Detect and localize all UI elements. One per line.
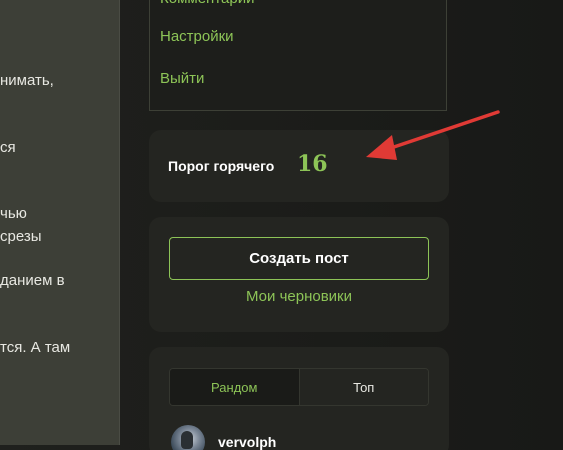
article-line: тся. А там <box>0 339 71 356</box>
page: нимать, ся чью срезы данием в тся. А там… <box>0 0 563 450</box>
create-post-card: Создать пост Мои черновики <box>149 217 449 332</box>
avatar[interactable] <box>171 425 205 450</box>
create-post-button[interactable]: Создать пост <box>169 237 429 280</box>
article-line: чью <box>0 205 27 222</box>
feed-tabs: Рандом Топ <box>169 368 429 406</box>
feed-tabs-card: Рандом Топ vervolph <box>149 347 449 450</box>
username[interactable]: vervolph <box>218 434 276 450</box>
menu-item-settings[interactable]: Настройки <box>160 27 234 47</box>
user-menu: Комментарии Настройки Выйти <box>149 0 447 111</box>
user-row[interactable]: vervolph <box>171 425 276 450</box>
hot-threshold-value: 16 <box>297 151 328 177</box>
article-panel: нимать, ся чью срезы данием в тся. А там <box>0 0 120 445</box>
article-line: нимать, <box>0 72 54 89</box>
menu-item-comments[interactable]: Комментарии <box>160 0 254 9</box>
article-line: ся <box>0 139 16 156</box>
hot-threshold-card: Порог горячего 16 <box>149 130 449 202</box>
article-line: данием в <box>0 272 65 289</box>
article-line: срезы <box>0 228 42 245</box>
tab-random[interactable]: Рандом <box>170 369 300 405</box>
menu-item-logout[interactable]: Выйти <box>160 69 204 89</box>
my-drafts-link[interactable]: Мои черновики <box>149 288 449 305</box>
hot-threshold-label: Порог горячего <box>168 158 275 174</box>
tab-top[interactable]: Топ <box>299 369 428 405</box>
